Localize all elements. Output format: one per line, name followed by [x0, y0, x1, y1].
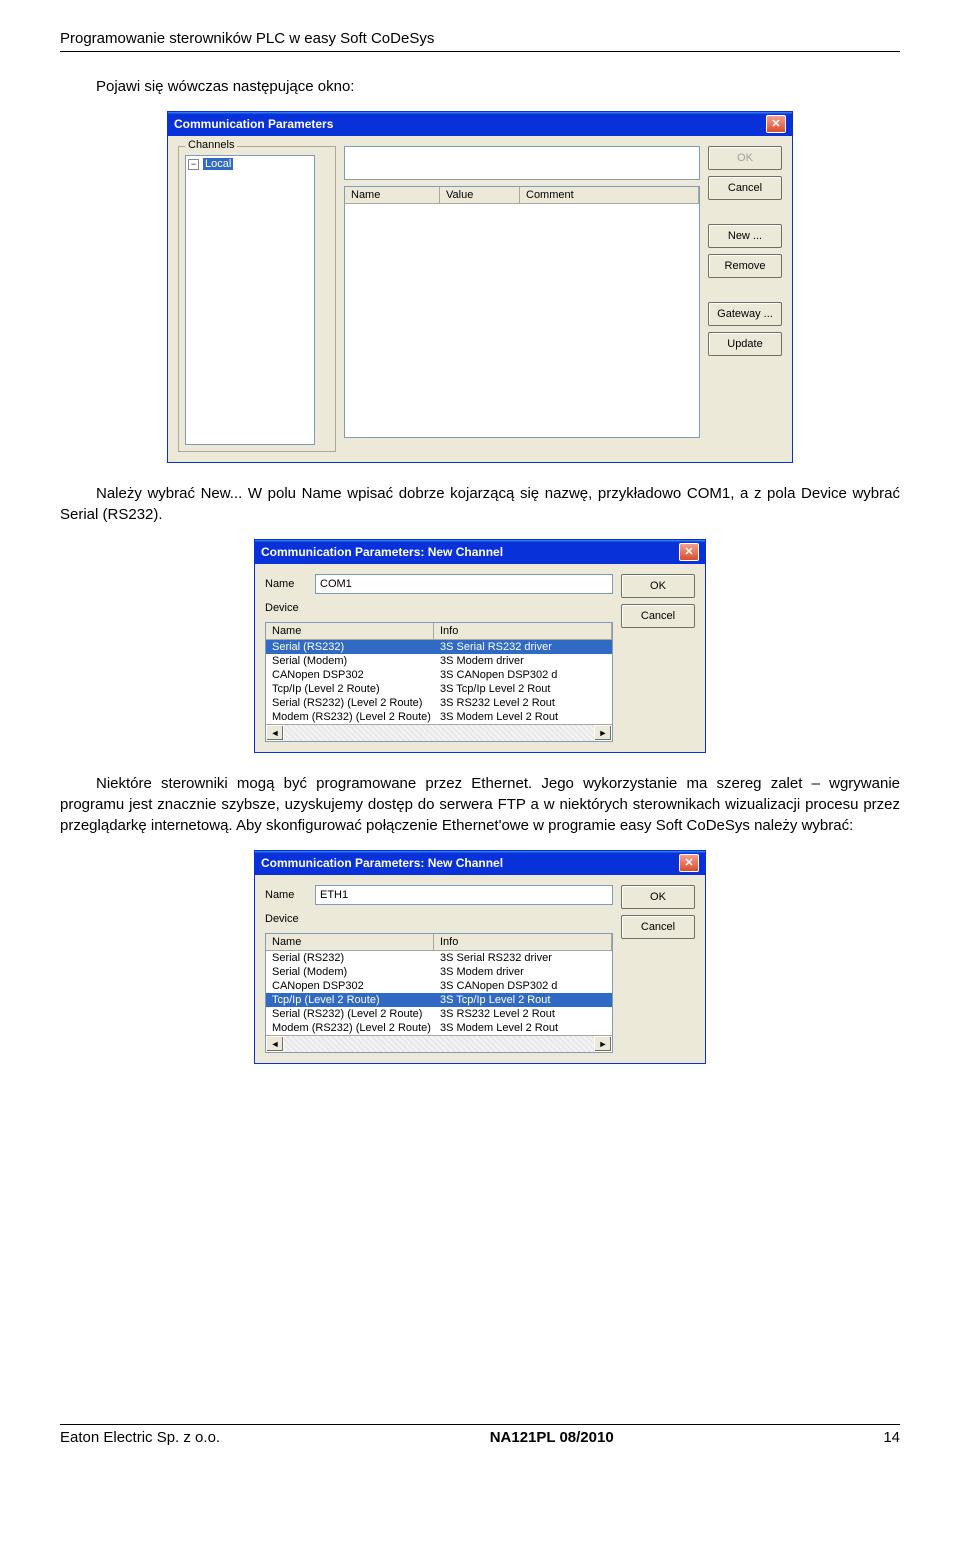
device-list[interactable]: Name Info Serial (RS232)3S Serial RS232 … [265, 933, 613, 1053]
list-header: Name Value Comment [345, 187, 699, 204]
horizontal-scrollbar[interactable]: ◄ ► [266, 1035, 612, 1052]
cancel-button[interactable]: Cancel [708, 176, 782, 200]
window-title: Communication Parameters: New Channel [261, 545, 503, 559]
cancel-button[interactable]: Cancel [621, 915, 695, 939]
scroll-right-icon[interactable]: ► [594, 725, 612, 741]
name-label: Name [265, 887, 307, 903]
list-item[interactable]: Serial (RS232)3S Serial RS232 driver [266, 951, 612, 965]
list-item[interactable]: Tcp/Ip (Level 2 Route)3S Tcp/Ip Level 2 … [266, 682, 612, 696]
device-label: Device [265, 911, 613, 927]
list-item[interactable]: Serial (Modem)3S Modem driver [266, 965, 612, 979]
ok-button[interactable]: OK [621, 574, 695, 598]
dialog-comm-params: Communication Parameters ✕ Channels − Lo… [167, 111, 793, 463]
ok-button[interactable]: OK [708, 146, 782, 170]
list-item[interactable]: Serial (RS232) (Level 2 Route)3S RS232 L… [266, 1007, 612, 1021]
new-button[interactable]: New ... [708, 224, 782, 248]
horizontal-scrollbar[interactable]: ◄ ► [266, 724, 612, 741]
window-title: Communication Parameters: New Channel [261, 856, 503, 870]
remove-button[interactable]: Remove [708, 254, 782, 278]
titlebar[interactable]: Communication Parameters: New Channel ✕ [255, 851, 705, 875]
close-icon[interactable]: ✕ [679, 854, 699, 872]
scroll-left-icon[interactable]: ◄ [266, 1036, 284, 1052]
list-item[interactable]: Modem (RS232) (Level 2 Route)3S Modem Le… [266, 710, 612, 724]
channels-label: Channels [185, 139, 237, 151]
page-footer: Eaton Electric Sp. z o.o. NA121PL 08/201… [60, 1424, 900, 1446]
dialog-new-channel-eth1: Communication Parameters: New Channel ✕ … [254, 850, 706, 1064]
col-name[interactable]: Name [266, 623, 434, 639]
update-button[interactable]: Update [708, 332, 782, 356]
col-value[interactable]: Value [440, 187, 520, 203]
page-header: Programowanie sterowników PLC w easy Sof… [60, 30, 900, 52]
name-input[interactable]: COM1 [315, 574, 613, 594]
channels-tree[interactable]: − Local [185, 155, 315, 445]
col-info[interactable]: Info [434, 623, 612, 639]
footer-page-number: 14 [883, 1429, 900, 1446]
col-name[interactable]: Name [266, 934, 434, 950]
intro-text: Pojawi się wówczas następujące okno: [60, 76, 900, 97]
list-item[interactable]: Serial (RS232) (Level 2 Route)3S RS232 L… [266, 696, 612, 710]
name-label: Name [265, 576, 307, 592]
paragraph-1: Należy wybrać New... W polu Name wpisać … [60, 483, 900, 525]
col-name[interactable]: Name [345, 187, 440, 203]
footer-center: NA121PL 08/2010 [490, 1429, 614, 1446]
col-info[interactable]: Info [434, 934, 612, 950]
gateway-button[interactable]: Gateway ... [708, 302, 782, 326]
cancel-button[interactable]: Cancel [621, 604, 695, 628]
list-item[interactable]: Serial (RS232)3S Serial RS232 driver [266, 640, 612, 654]
list-item[interactable]: CANopen DSP3023S CANopen DSP302 d [266, 979, 612, 993]
list-item[interactable]: Modem (RS232) (Level 2 Route)3S Modem Le… [266, 1021, 612, 1035]
close-icon[interactable]: ✕ [766, 115, 786, 133]
list-item[interactable]: Serial (Modem)3S Modem driver [266, 654, 612, 668]
tree-item-local[interactable]: Local [203, 158, 233, 170]
tree-toggle-icon[interactable]: − [188, 159, 199, 170]
footer-left: Eaton Electric Sp. z o.o. [60, 1429, 220, 1446]
titlebar[interactable]: Communication Parameters: New Channel ✕ [255, 540, 705, 564]
list-item[interactable]: CANopen DSP3023S CANopen DSP302 d [266, 668, 612, 682]
dialog-new-channel-com1: Communication Parameters: New Channel ✕ … [254, 539, 706, 753]
name-input[interactable]: ETH1 [315, 885, 613, 905]
list-item[interactable]: Tcp/Ip (Level 2 Route)3S Tcp/Ip Level 2 … [266, 993, 612, 1007]
close-icon[interactable]: ✕ [679, 543, 699, 561]
col-comment[interactable]: Comment [520, 187, 699, 203]
window-title: Communication Parameters [174, 117, 333, 131]
scroll-right-icon[interactable]: ► [594, 1036, 612, 1052]
device-label: Device [265, 600, 613, 616]
ok-button[interactable]: OK [621, 885, 695, 909]
paragraph-2: Niektóre sterowniki mogą być programowan… [60, 773, 900, 836]
titlebar[interactable]: Communication Parameters ✕ [168, 112, 792, 136]
scroll-left-icon[interactable]: ◄ [266, 725, 284, 741]
device-list[interactable]: Name Info Serial (RS232)3S Serial RS232 … [265, 622, 613, 742]
